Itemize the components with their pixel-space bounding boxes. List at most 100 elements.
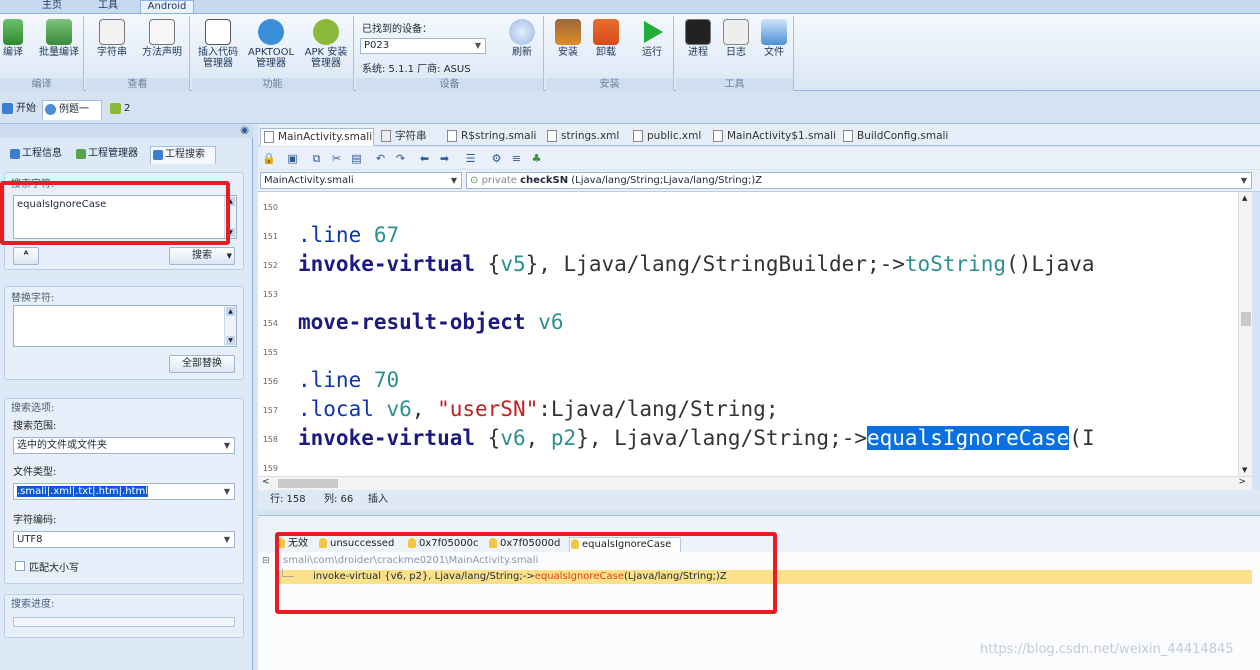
code-line[interactable]: .line 67 xyxy=(298,221,399,250)
tab-project-info[interactable]: 工程信息 xyxy=(8,146,70,164)
editor-status-bar: 行: 158 列: 66 插入 xyxy=(258,490,1260,510)
method-decl-label: 方法声明 xyxy=(142,47,182,58)
collapse-icon[interactable]: ⊟ xyxy=(262,556,270,566)
scroll-thumb[interactable] xyxy=(278,479,338,488)
back-icon[interactable]: ⬅ xyxy=(418,152,431,165)
file-select[interactable]: MainActivity.smali ▼ xyxy=(260,172,462,189)
compile-icon xyxy=(3,19,23,45)
replace-input[interactable]: ▲ ▼ xyxy=(13,305,237,347)
code-line[interactable]: move-result-object v6 xyxy=(298,308,564,337)
apk-install-button[interactable]: APK 安装管理器 xyxy=(300,19,352,69)
list-icon[interactable]: ≡ xyxy=(510,152,523,165)
android-icon xyxy=(110,103,121,114)
code-line[interactable]: invoke-virtual {v5}, Ljava/lang/StringBu… xyxy=(298,250,1095,279)
java-icon[interactable]: ⚙ xyxy=(490,152,503,165)
panel-header: ◉ xyxy=(0,124,253,138)
scope-label: 搜索范围: xyxy=(13,421,57,432)
bookmark-icon[interactable]: ♣ xyxy=(530,152,543,165)
code-line[interactable]: .local v6, "userSN":Ljava/lang/String; xyxy=(298,395,778,424)
editor-tab-public-xml[interactable]: public.xml xyxy=(630,128,702,146)
strings-button[interactable]: 字符串 xyxy=(90,19,134,58)
smali-file-icon xyxy=(264,131,274,143)
xml-file-icon xyxy=(633,130,643,142)
xml-file-icon xyxy=(547,130,557,142)
device-select[interactable]: P023 ▼ xyxy=(360,38,486,54)
editor-tab-mainactivity1[interactable]: MainActivity$1.smali xyxy=(710,128,836,146)
font-option-button[interactable]: ᴬ xyxy=(13,247,39,265)
ribbon-tab-tools[interactable]: 工具 xyxy=(86,0,130,13)
encoding-select[interactable]: UTF8 ▼ xyxy=(13,531,235,548)
scope-select[interactable]: 选中的文件或文件夹 ▼ xyxy=(13,437,235,454)
uninstall-button[interactable]: 卸载 xyxy=(588,19,624,58)
replace-fieldset: 替换字符: ▲ ▼ 全部替换 xyxy=(4,286,244,380)
tab-project-search[interactable]: 工程搜索 xyxy=(150,146,216,164)
scroll-thumb[interactable] xyxy=(1241,312,1251,326)
ribbon-tab-home[interactable]: 主页 xyxy=(30,0,74,13)
insert-code-button[interactable]: 插入代码管理器 xyxy=(194,19,242,69)
replace-all-button[interactable]: 全部替换 xyxy=(169,355,235,373)
redo-icon[interactable]: ↷ xyxy=(394,152,407,165)
refresh-button[interactable]: 刷新 xyxy=(504,19,540,58)
chevron-down-icon[interactable]: ▼ xyxy=(227,248,232,264)
lock-icon[interactable]: 🔒 xyxy=(262,152,276,165)
editor-tab-label: MainActivity$1.smali xyxy=(727,130,836,142)
file-button[interactable]: 文件 xyxy=(756,19,792,58)
code-line[interactable]: .line 70 xyxy=(298,366,399,395)
doc-tab-2[interactable]: 2 xyxy=(108,100,140,120)
search-button[interactable]: 搜索 ▼ xyxy=(169,247,235,265)
code-token: toString xyxy=(904,252,1007,276)
process-button[interactable]: 进程 xyxy=(680,19,716,58)
editor-horizontal-scrollbar[interactable]: < > xyxy=(258,476,1252,490)
process-label: 进程 xyxy=(688,47,708,58)
match-case-checkbox[interactable] xyxy=(15,561,25,571)
log-button[interactable]: 日志 xyxy=(718,19,754,58)
ribbon-tab-android[interactable]: Android xyxy=(140,0,194,13)
copy-icon[interactable]: ⧉ xyxy=(310,152,323,165)
apktool-button[interactable]: APKTOOL管理器 xyxy=(244,19,298,69)
method-select[interactable]: ⊙ private checkSN (Ljava/lang/String;Lja… xyxy=(466,172,1252,189)
search-icon xyxy=(153,150,163,160)
format-icon[interactable]: ☰ xyxy=(464,152,477,165)
chevron-down-icon: ▼ xyxy=(474,41,481,50)
cut-icon[interactable]: ✂ xyxy=(330,152,343,165)
run-label: 运行 xyxy=(642,47,662,58)
run-button[interactable]: 运行 xyxy=(634,19,670,58)
doc-tab-example1[interactable]: 例题一 xyxy=(42,100,102,120)
smali-file-icon xyxy=(447,130,457,142)
editor-tab-rstring[interactable]: R$string.smali xyxy=(444,128,536,146)
editor-tab-strings[interactable]: 字符串 xyxy=(378,128,436,146)
file-type-select[interactable]: .smali|.xml|.txt|.htm|.html ▼ xyxy=(13,483,235,500)
paste-icon[interactable]: ▤ xyxy=(350,152,363,165)
editor-toolbar: 🔒 ▣ ⧉ ✂ ▤ ↶ ↷ ⬅ ➡ ☰ ⚙ ≡ ♣ xyxy=(258,147,1260,169)
scroll-down-icon[interactable]: ▼ xyxy=(226,336,235,345)
code-token: { xyxy=(475,426,501,450)
scroll-up-icon[interactable]: ▲ xyxy=(226,307,235,316)
method-decl-button[interactable]: 方法声明 xyxy=(140,19,184,58)
editor-tab-strings-xml[interactable]: strings.xml xyxy=(544,128,624,146)
forward-icon[interactable]: ➡ xyxy=(438,152,451,165)
line-number: 158 xyxy=(262,435,278,444)
scroll-right-icon[interactable]: > xyxy=(1238,477,1246,487)
device-title: 已找到的设备： xyxy=(362,24,432,35)
scroll-up-icon[interactable]: ▲ xyxy=(1242,194,1247,202)
doc-tab-start[interactable]: 开始 xyxy=(0,100,40,120)
code-editor[interactable]: .line 67 invoke-virtual {v5}, Ljava/lang/… xyxy=(278,192,1238,476)
eye-icon[interactable]: ◉ xyxy=(240,125,249,136)
scroll-down-icon[interactable]: ▼ xyxy=(1242,466,1247,474)
editor-tab-buildconfig[interactable]: BuildConfig.smali xyxy=(840,128,948,146)
batch-compile-button[interactable]: 批量编译 xyxy=(38,19,80,58)
save-icon[interactable]: ▣ xyxy=(286,152,299,165)
replace-input-scrollbar[interactable]: ▲ ▼ xyxy=(224,306,236,346)
editor-tab-label: BuildConfig.smali xyxy=(857,130,949,142)
code-token: ()Ljava xyxy=(1006,252,1095,276)
smali-file-icon xyxy=(713,130,723,142)
undo-icon[interactable]: ↶ xyxy=(374,152,387,165)
progress-label: 搜索进度: xyxy=(11,599,55,610)
editor-tab-mainactivity[interactable]: MainActivity.smali xyxy=(260,128,374,146)
code-line[interactable]: invoke-virtual {v6, p2}, Ljava/lang/Stri… xyxy=(298,424,1095,453)
install-button[interactable]: 安装 xyxy=(550,19,586,58)
scroll-left-icon[interactable]: < xyxy=(262,477,270,487)
editor-vertical-scrollbar[interactable]: ▲ ▼ xyxy=(1238,192,1252,476)
tab-project-manager[interactable]: 工程管理器 xyxy=(74,146,148,164)
compile-button[interactable]: 编译 xyxy=(0,19,28,58)
